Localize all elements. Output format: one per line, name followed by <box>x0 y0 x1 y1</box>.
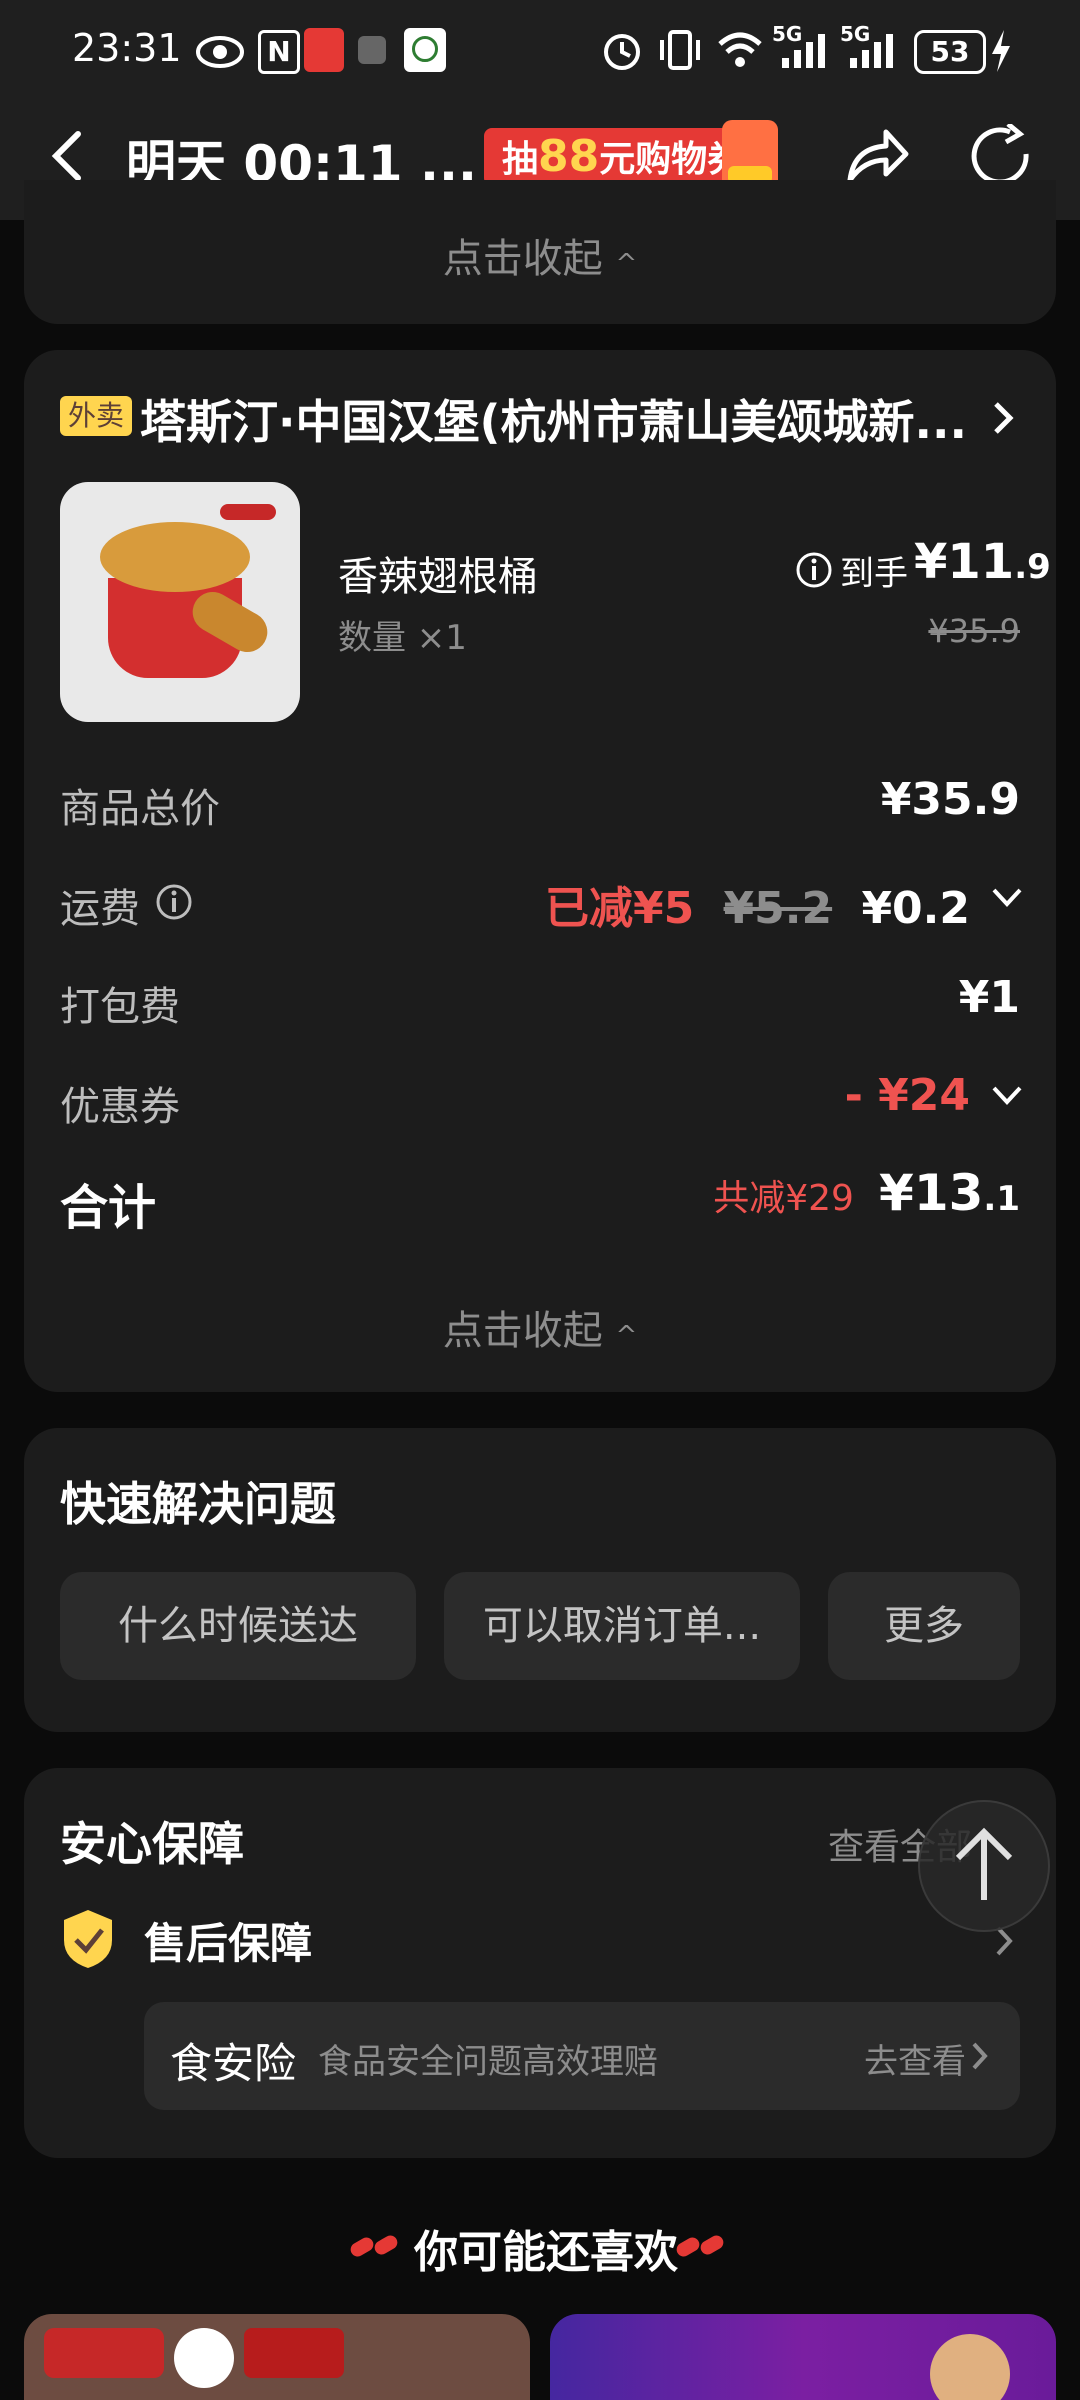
guarantee-card: 安心保障 查看全部 售后保障 食安险 食品安全问题高效理赔 去查看 <box>24 1768 1056 2158</box>
guarantee-title: 安心保障 <box>60 1817 244 1871</box>
recommend-card-1[interactable] <box>24 2314 530 2400</box>
collapse-label: 点击收起 <box>442 236 603 282</box>
delivery-info-icon[interactable] <box>154 882 194 922</box>
takeout-badge: 外卖 <box>60 396 133 436</box>
signal1-icon <box>782 34 825 68</box>
insurance-name: 食安险 <box>170 2039 297 2088</box>
scroll-to-top-button[interactable] <box>918 1800 1050 1932</box>
panda-logo <box>174 2328 234 2388</box>
share-icon[interactable] <box>844 126 910 186</box>
quick-when-deliver-button[interactable]: 什么时候送达 <box>60 1572 416 1680</box>
total-int: ¥13 <box>879 1164 984 1222</box>
eye-icon <box>196 36 244 68</box>
info-icon[interactable] <box>794 550 834 590</box>
packing-fee-value: ¥1 <box>958 972 1020 1023</box>
quick-cancel-order-button[interactable]: 可以取消订单... <box>444 1572 800 1680</box>
chevron-down-icon[interactable] <box>990 886 1024 910</box>
delivery-fee-label: 运费 <box>60 886 140 932</box>
signal2-icon <box>850 34 893 68</box>
collapse-order[interactable]: 点击收起 ^ <box>24 1298 1056 1356</box>
delivery-fee-breakdown: 已减¥5 ¥5.2 ¥0.2 <box>545 872 970 936</box>
bank-notification-icon <box>404 28 446 72</box>
coupon-amount: 88 <box>538 131 600 182</box>
alarm-icon <box>604 34 640 70</box>
coupon-value: - ¥24 <box>844 1070 970 1121</box>
food-insurance-row[interactable]: 食安险 食品安全问题高效理赔 去查看 <box>144 2002 1020 2110</box>
order-chevron-up-icon: ^ <box>615 1321 638 1351</box>
brand-logo-2 <box>244 2328 344 2378</box>
charging-icon <box>992 30 1010 72</box>
recommend-card-2[interactable] <box>550 2314 1056 2400</box>
battery-indicator: 53 <box>914 30 986 74</box>
vibrate-icon <box>660 30 700 70</box>
wifi-icon <box>718 32 762 67</box>
subtotal-label: 商品总价 <box>60 786 220 832</box>
collapse-previous[interactable]: 点击收起 ^ <box>24 226 1056 284</box>
coupon-label: 优惠券 <box>60 1084 180 1130</box>
order-collapse-label: 点击收起 <box>442 1308 603 1354</box>
final-price-dec: .9 <box>1014 547 1051 587</box>
item-quantity: 数量 ×1 <box>338 618 467 658</box>
previous-card: 点击收起 ^ <box>24 180 1056 324</box>
insurance-chevron-icon[interactable] <box>970 2040 990 2072</box>
final-price-label: 到手 <box>840 554 908 594</box>
arrow-up-icon <box>955 1827 1013 1900</box>
recommend-title: 你可能还喜欢 <box>414 2227 678 2278</box>
product-image[interactable] <box>60 482 300 722</box>
nfc-icon: N <box>258 30 300 74</box>
delivery-original: ¥5.2 <box>723 883 833 934</box>
quick-help-card: 快速解决问题 什么时候送达 可以取消订单... 更多 <box>24 1428 1056 1732</box>
chevron-up-icon: ^ <box>615 249 638 279</box>
insurance-action[interactable]: 去查看 <box>864 2034 966 2083</box>
coupon-prefix: 抽 <box>502 139 539 180</box>
product-thumb <box>930 2334 1010 2400</box>
brand-logo <box>44 2328 164 2378</box>
item-name: 香辣翅根桶 <box>338 554 538 600</box>
insurance-description: 食品安全问题高效理赔 <box>318 2042 658 2082</box>
store-name[interactable]: 塔斯汀·中国汉堡(杭州市萧山美颂城新... <box>140 386 967 452</box>
total-label: 合计 <box>60 1180 157 1236</box>
camera-notification-icon <box>358 36 386 64</box>
decor-right-icon <box>674 2232 736 2262</box>
app-notification-icon <box>304 28 344 72</box>
total-saved: 共减¥29 <box>713 1178 854 1219</box>
delivery-discount: 已减¥5 <box>544 883 695 934</box>
total-breakdown: 共减¥29 ¥13.1 <box>713 1164 1020 1222</box>
quick-help-title: 快速解决问题 <box>60 1477 336 1531</box>
packing-fee-label: 打包费 <box>60 984 180 1030</box>
order-card: 外卖 塔斯汀·中国汉堡(杭州市萧山美颂城新... 香辣翅根桶 数量 ×1 到手 … <box>24 350 1056 1392</box>
quick-more-button[interactable]: 更多 <box>828 1572 1020 1680</box>
after-sale-label[interactable]: 售后保障 <box>144 1910 312 1971</box>
status-time: 23:31 <box>72 26 182 70</box>
coupon-chevron-down-icon[interactable] <box>990 1084 1024 1108</box>
final-price-int: ¥11 <box>914 534 1015 590</box>
original-price: ¥35.9 <box>928 612 1020 650</box>
total-dec: .1 <box>983 1179 1020 1219</box>
chevron-right-icon[interactable] <box>990 398 1016 438</box>
shield-check-icon <box>64 1910 112 1968</box>
delivery-value: ¥0.2 <box>861 883 970 934</box>
subtotal-value: ¥35.9 <box>880 774 1020 825</box>
lottery-coupon-banner[interactable]: 抽88元购物券 <box>484 128 762 186</box>
back-arrow-icon[interactable] <box>48 128 88 184</box>
decor-left-icon <box>348 2232 410 2262</box>
final-price: ¥11.9 <box>914 534 1051 590</box>
